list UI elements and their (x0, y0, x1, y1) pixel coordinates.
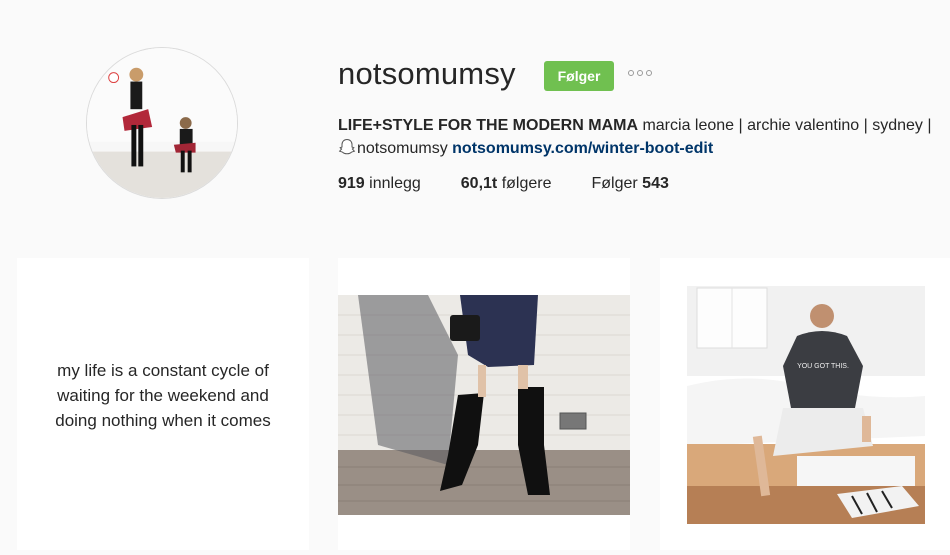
username-heading: notsomumsy (338, 56, 516, 91)
followers-count: 60,1t (460, 175, 498, 192)
posts-count: 919 (338, 175, 365, 192)
quote-line: waiting for the weekend and (57, 386, 269, 405)
dot-icon (628, 70, 634, 76)
following-button[interactable]: Følger (544, 61, 614, 91)
post-quote-text: my life is a constant cycle of waiting f… (17, 358, 309, 433)
bedroom-photo: YOU GOT THIS. (687, 286, 925, 524)
bio-line-2: notsomumsy notsomumsy.com/winter-boot-ed… (338, 137, 950, 160)
followers-stat[interactable]: 60,1t følgere (461, 175, 552, 193)
posts-label: innlegg (369, 175, 421, 192)
following-count: 543 (642, 175, 669, 192)
following-stat[interactable]: Følger 543 (591, 175, 668, 193)
shirt-text: YOU GOT THIS. (797, 363, 849, 370)
more-options-icon[interactable] (628, 70, 652, 76)
bio-text: marcia leone | archie valentino | sydney… (642, 117, 932, 134)
boots-photo (338, 295, 630, 515)
bio-link[interactable]: notsomumsy.com/winter-boot-edit (452, 140, 713, 157)
post-tile-bedroom[interactable]: YOU GOT THIS. (660, 258, 950, 550)
bio-name: LIFE+STYLE FOR THE MODERN MAMA (338, 117, 638, 134)
bio-snapchat: notsomumsy (357, 140, 448, 157)
followers-label: følgere (501, 175, 552, 192)
following-label: Følger (591, 175, 638, 192)
quote-line: doing nothing when it comes (55, 411, 271, 430)
profile-stats: 919 innlegg 60,1t følgere Følger 543 (338, 175, 709, 193)
avatar-photo (87, 48, 237, 198)
snapchat-ghost-icon (338, 138, 356, 155)
profile-bio: LIFE+STYLE FOR THE MODERN MAMA marcia le… (338, 114, 950, 160)
dot-icon (646, 70, 652, 76)
quote-line: my life is a constant cycle of (57, 361, 269, 380)
posts-stat: 919 innlegg (338, 175, 421, 193)
profile-avatar[interactable] (86, 47, 238, 199)
post-tile-boots[interactable] (338, 258, 630, 550)
post-tile-quote[interactable]: my life is a constant cycle of waiting f… (17, 258, 309, 550)
dot-icon (637, 70, 643, 76)
bio-line-1: LIFE+STYLE FOR THE MODERN MAMA marcia le… (338, 114, 950, 137)
